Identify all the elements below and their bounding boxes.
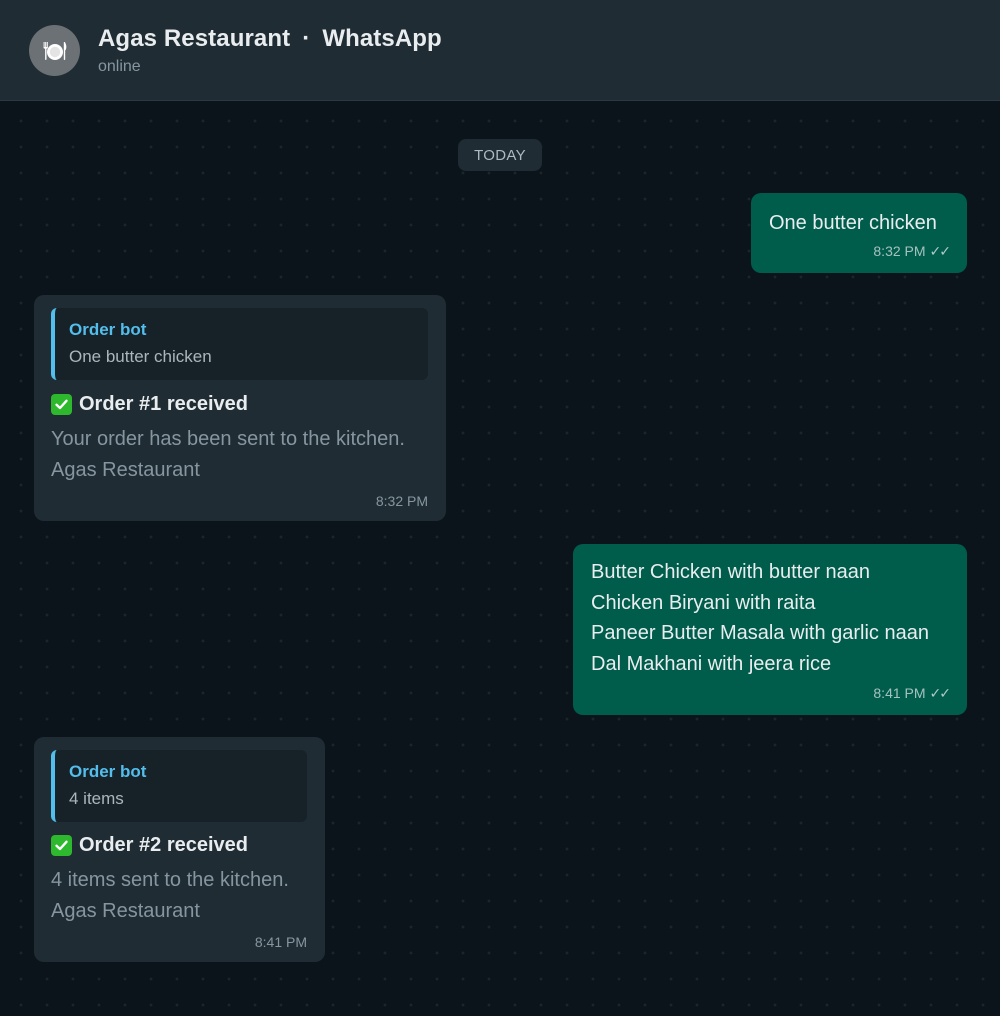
- plate-cutlery-icon: [43, 41, 66, 60]
- outgoing-message[interactable]: One butter chicken 8:32 PM ✓✓: [751, 193, 967, 273]
- app-name: WhatsApp: [322, 25, 442, 52]
- double-check-icon: ✓✓: [929, 685, 952, 701]
- outgoing-message[interactable]: Butter Chicken with butter naan Chicken …: [573, 544, 967, 715]
- order-title: Order #1 received: [51, 393, 248, 416]
- title-separator: ·: [302, 25, 311, 52]
- message-line: Butter Chicken with butter naan: [591, 561, 871, 583]
- incoming-message[interactable]: Order bot 4 items Order #2 received 4 it…: [34, 737, 325, 962]
- order-line: Agas Restaurant: [51, 458, 200, 481]
- date-separator: TODAY: [458, 139, 542, 171]
- message-meta: 8:32 PM ✓✓: [873, 243, 952, 260]
- message-time: 8:41 PM: [254, 934, 307, 950]
- order-title-text: Order #1 received: [79, 393, 248, 415]
- quote-author: Order bot: [69, 762, 147, 781]
- chat-area[interactable]: TODAY One butter chicken 8:32 PM ✓✓ Order…: [0, 102, 1000, 1016]
- check-mark-icon: [51, 835, 72, 856]
- quote-text: 4 items: [69, 789, 124, 808]
- message-text: Butter Chicken with butter naan Chicken …: [591, 557, 929, 679]
- message-line: Paneer Butter Masala with garlic naan: [591, 622, 929, 644]
- contact-status: online: [98, 58, 141, 75]
- order-body: 4 items sent to the kitchen. Agas Restau…: [51, 865, 289, 926]
- quote-text: One butter chicken: [69, 347, 212, 366]
- chat-title[interactable]: Agas Restaurant · WhatsApp: [98, 25, 442, 53]
- order-line: 4 items sent to the kitchen.: [51, 869, 289, 891]
- message-meta: 8:41 PM ✓✓: [873, 685, 952, 702]
- message-line: Dal Makhani with jeera rice: [591, 652, 832, 675]
- message-time: 8:41 PM: [873, 685, 926, 701]
- quoted-message[interactable]: Order bot 4 items: [51, 750, 307, 822]
- order-line: Your order has been sent to the kitchen.: [51, 428, 405, 450]
- order-title-text: Order #2 received: [79, 834, 248, 856]
- message-time: 8:32 PM: [375, 493, 428, 509]
- incoming-message[interactable]: Order bot One butter chicken Order #1 re…: [34, 295, 446, 521]
- quoted-message[interactable]: Order bot One butter chicken: [51, 308, 428, 380]
- message-text: One butter chicken: [769, 212, 937, 234]
- order-title: Order #2 received: [51, 834, 248, 857]
- order-line: Agas Restaurant: [51, 899, 200, 922]
- avatar[interactable]: [29, 25, 80, 76]
- check-mark-icon: [51, 394, 72, 415]
- order-body: Your order has been sent to the kitchen.…: [51, 424, 405, 485]
- message-line: Chicken Biryani with raita: [591, 591, 816, 614]
- message-time: 8:32 PM: [873, 243, 926, 259]
- quote-author: Order bot: [69, 320, 147, 339]
- chat-header: Agas Restaurant · WhatsApp online: [0, 0, 1000, 101]
- double-check-icon: ✓✓: [929, 243, 952, 259]
- contact-name: Agas Restaurant: [98, 25, 291, 52]
